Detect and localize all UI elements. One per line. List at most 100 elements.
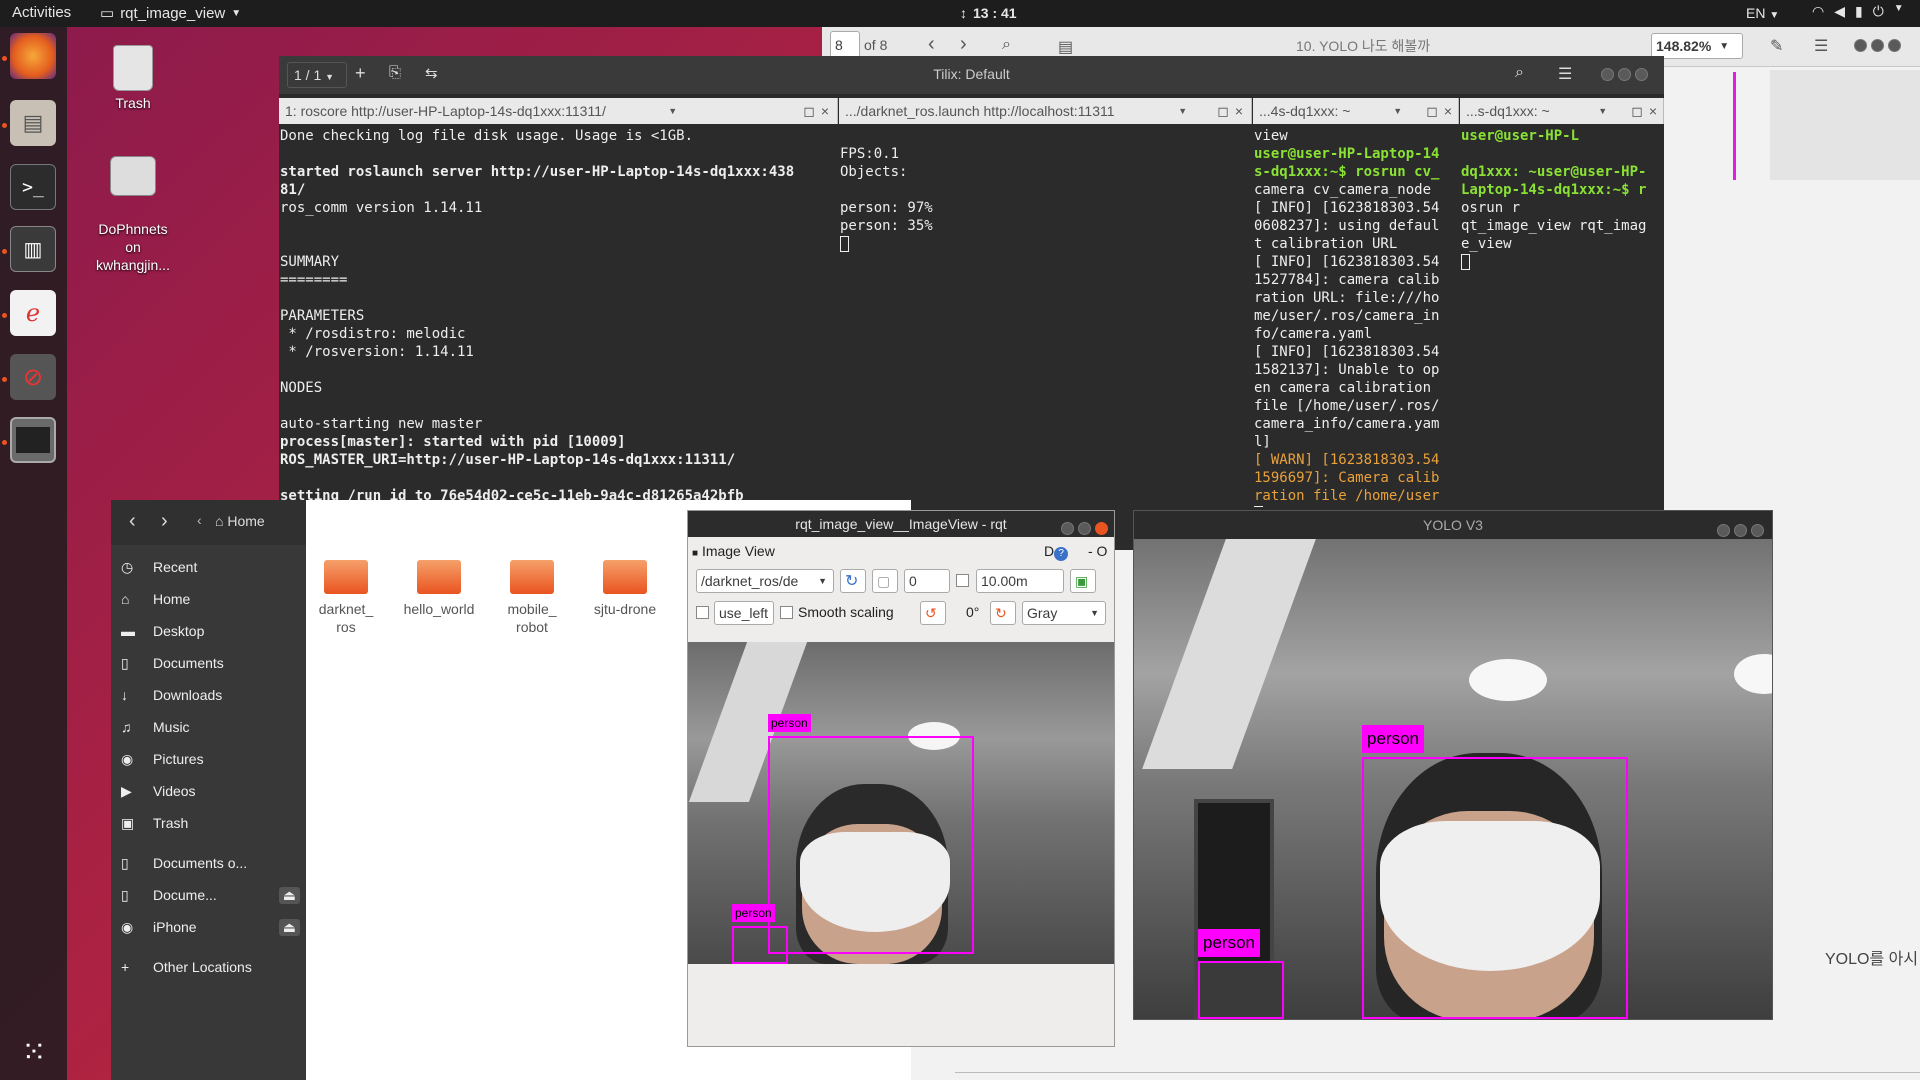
terminal-pane-rqt[interactable]: user@user-HP-L dq1xxx: ~user@user-HP- Lapt… bbox=[1460, 127, 1664, 507]
tilix-icon[interactable]: ▥ bbox=[10, 226, 56, 272]
sidebar-item-documents[interactable]: ▯ Documents bbox=[111, 647, 306, 679]
path-left-icon[interactable]: ‹ bbox=[197, 512, 202, 528]
path-home[interactable]: ⌂ Home bbox=[215, 513, 265, 529]
zoom-button[interactable]: ▢ bbox=[872, 569, 898, 593]
next-page-icon[interactable]: › bbox=[960, 33, 967, 56]
terminal-tab-rqt[interactable]: ...s-dq1xxx: ~ ▼ ◻ × bbox=[1460, 98, 1664, 124]
sidebar-item-downloads[interactable]: ↓ Downloads bbox=[111, 679, 306, 711]
terminal-tab-darknet[interactable]: .../darknet_ros.launch http://localhost:… bbox=[839, 98, 1252, 124]
close-button[interactable] bbox=[1751, 524, 1764, 537]
maximize-button[interactable] bbox=[1078, 522, 1092, 535]
panel-flag-d[interactable]: D bbox=[1044, 543, 1054, 559]
folder-item[interactable]: mobile_ robot bbox=[492, 560, 572, 636]
maximize-pane-icon[interactable]: ◻ bbox=[1631, 103, 1643, 120]
terminal-tab-camera[interactable]: ...4s-dq1xxx: ~ ▼ ◻ × bbox=[1253, 98, 1459, 124]
annotate-icon[interactable]: ✎ bbox=[1770, 36, 1783, 56]
close-button[interactable] bbox=[1095, 522, 1108, 535]
system-tray[interactable]: ◠ ◀ ▮ ⏻ ▼ bbox=[1812, 3, 1904, 20]
page-number-input[interactable]: 8 bbox=[830, 31, 860, 59]
mouse-topic-value: use_left bbox=[719, 605, 769, 621]
forward-icon[interactable]: › bbox=[161, 510, 168, 533]
sidebar-item-iphone[interactable]: ◉ iPhone ⏏ bbox=[111, 911, 306, 943]
maximize-pane-icon[interactable]: ◻ bbox=[1217, 103, 1229, 120]
chevron-down-icon: ▼ bbox=[231, 7, 242, 19]
folder-item[interactable]: hello_world bbox=[399, 560, 479, 618]
prev-page-icon[interactable]: ‹ bbox=[928, 33, 935, 56]
sidebar-item-desktop[interactable]: ▬ Desktop bbox=[111, 615, 306, 647]
language-selector[interactable]: EN ▼ bbox=[1746, 5, 1779, 21]
maximize-button[interactable] bbox=[1617, 68, 1631, 81]
terminal-pane-roscore[interactable]: Done checking log file disk usage. Usage… bbox=[279, 127, 837, 554]
chevron-down-icon[interactable]: ▼ bbox=[668, 106, 677, 116]
smooth-scaling-checkbox[interactable] bbox=[780, 606, 793, 619]
folder-item[interactable]: sjtu-drone bbox=[585, 560, 665, 618]
sidebar-item-docume[interactable]: ▯ Docume... ⏏ bbox=[111, 879, 306, 911]
sidebar-item-trash[interactable]: ▣ Trash bbox=[111, 807, 306, 839]
panel-right-controls[interactable]: - O bbox=[1088, 543, 1107, 559]
rqt-icon[interactable]: ⊘ bbox=[10, 354, 56, 400]
search-icon[interactable]: ⌕ bbox=[1515, 64, 1524, 82]
save-image-button[interactable]: ▣ bbox=[1070, 569, 1096, 593]
mouse-topic-input[interactable]: use_left bbox=[714, 601, 774, 625]
rotate-right-button[interactable]: ↻ bbox=[990, 601, 1016, 625]
eject-icon[interactable]: ⏏ bbox=[278, 918, 300, 936]
close-pane-icon[interactable]: × bbox=[821, 103, 829, 119]
activities-button[interactable]: Activities bbox=[12, 4, 71, 21]
color-mode-select[interactable]: Gray ▼ bbox=[1022, 601, 1106, 625]
minimize-button[interactable] bbox=[1601, 68, 1614, 81]
close-pane-icon[interactable]: × bbox=[1649, 103, 1657, 119]
menu-icon[interactable]: ☰ bbox=[1814, 36, 1828, 56]
chevron-down-icon[interactable]: ▼ bbox=[1598, 106, 1607, 116]
app-menu[interactable]: ▭ rqt_image_view ▼ bbox=[100, 4, 242, 23]
rotate-left-button[interactable]: ↺ bbox=[920, 601, 946, 625]
minimize-button[interactable] bbox=[1061, 522, 1075, 535]
clock[interactable]: ↕ 13 : 41 bbox=[960, 5, 1017, 21]
sidebar-item-recent[interactable]: ◷ Recent bbox=[111, 551, 306, 583]
back-icon[interactable]: ‹ bbox=[129, 510, 136, 533]
terminal-tab-roscore[interactable]: 1: roscore http://user-HP-Laptop-14s-dq1… bbox=[279, 98, 838, 124]
terminal-pane-darknet[interactable]: FPS:0.1 Objects: person: 97% person: 35% bbox=[839, 127, 1251, 507]
maximize-button[interactable] bbox=[1870, 39, 1884, 52]
refresh-button[interactable]: ↻ bbox=[840, 569, 866, 593]
sidebar-item-documents-o[interactable]: ▯ Documents o... bbox=[111, 847, 306, 879]
help-icon[interactable]: ? bbox=[1054, 547, 1069, 561]
timeout-input[interactable]: 10.00m bbox=[976, 569, 1064, 593]
minimize-button[interactable] bbox=[1717, 524, 1731, 537]
maximize-button[interactable] bbox=[1734, 524, 1748, 537]
chevron-down-icon[interactable]: ▼ bbox=[1393, 106, 1402, 116]
eject-icon[interactable]: ⏏ bbox=[278, 886, 300, 904]
zoom-select[interactable]: 148.82% ▼ bbox=[1651, 33, 1743, 59]
sidebar-item-other-locations[interactable]: + Other Locations bbox=[111, 951, 306, 983]
search-icon[interactable]: ⌕ bbox=[1002, 36, 1011, 54]
publish-checkbox[interactable] bbox=[956, 574, 969, 587]
close-button[interactable] bbox=[1634, 68, 1648, 81]
files-icon[interactable]: ▤ bbox=[10, 100, 56, 146]
pdf-viewer-icon[interactable]: ℯ bbox=[10, 290, 56, 336]
sidebar-item-home[interactable]: ⌂ Home bbox=[111, 583, 306, 615]
desktop-trash[interactable]: Trash bbox=[103, 45, 163, 111]
close-button[interactable] bbox=[1887, 39, 1901, 52]
clipboard-icon[interactable]: ▤ bbox=[1058, 37, 1073, 57]
firefox-icon[interactable] bbox=[10, 33, 56, 79]
num-gridlines-input[interactable]: 0 bbox=[904, 569, 950, 593]
window-icon[interactable] bbox=[10, 417, 56, 463]
app-grid-icon[interactable]: ⁙ bbox=[10, 1029, 56, 1075]
maximize-pane-icon[interactable]: ◻ bbox=[1426, 103, 1438, 120]
close-pane-icon[interactable]: × bbox=[1444, 103, 1452, 119]
sidebar-item-pictures[interactable]: ◉ Pictures bbox=[111, 743, 306, 775]
sidebar-item-videos[interactable]: ▶ Videos bbox=[111, 775, 306, 807]
mouse-left-checkbox[interactable] bbox=[696, 606, 709, 619]
desktop-phone[interactable]: DoPhnnets on kwhangjin... bbox=[88, 140, 178, 290]
topic-select[interactable]: /darknet_ros/de ▼ bbox=[696, 569, 834, 593]
close-pane-icon[interactable]: × bbox=[1235, 103, 1243, 119]
terminal-icon[interactable]: >_ bbox=[10, 164, 56, 210]
chevron-down-icon[interactable]: ▼ bbox=[1178, 106, 1187, 116]
minimize-button[interactable] bbox=[1854, 39, 1867, 52]
camera-image[interactable]: person person bbox=[688, 642, 1114, 964]
menu-icon[interactable]: ☰ bbox=[1558, 64, 1572, 84]
terminal-pane-camera[interactable]: view user@user-HP-Laptop-14 s-dq1xxx:~$ ro… bbox=[1253, 127, 1458, 507]
sidebar-item-music[interactable]: ♫ Music bbox=[111, 711, 306, 743]
folder-item[interactable]: darknet_ ros bbox=[306, 560, 386, 636]
maximize-pane-icon[interactable]: ◻ bbox=[803, 103, 815, 120]
